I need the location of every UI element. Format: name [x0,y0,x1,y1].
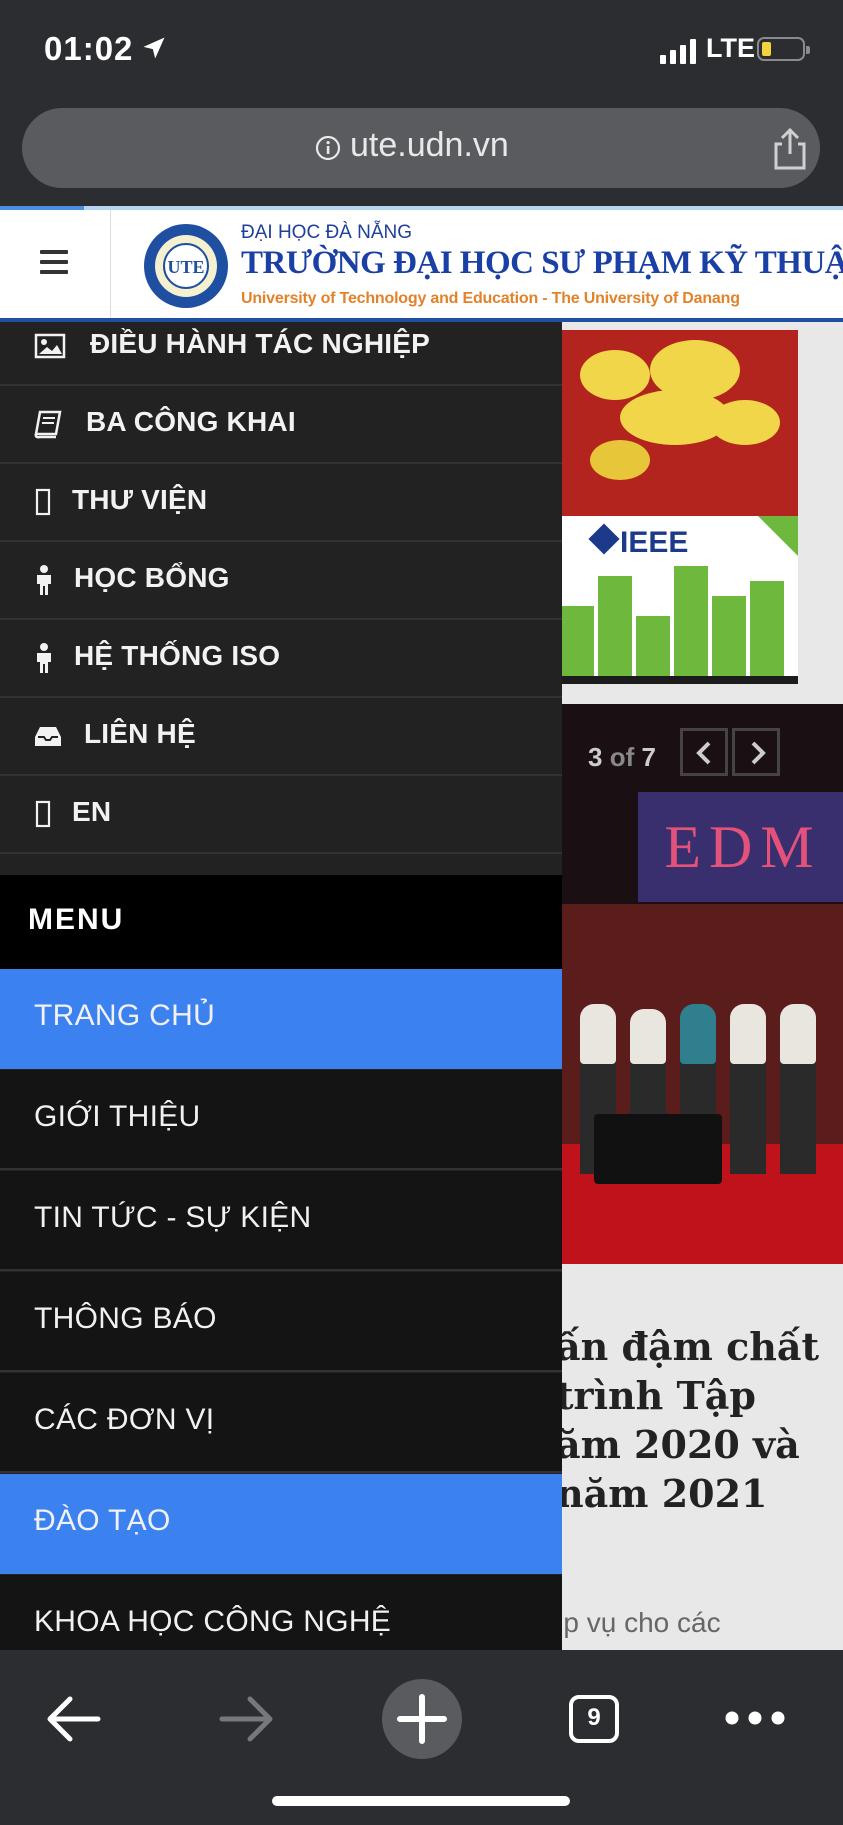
drawer-item-ba-cong-khai[interactable]: BA CÔNG KHAI [0,386,562,464]
header-title[interactable]: TRƯỜNG ĐẠI HỌC SƯ PHẠM KỸ THUẬT [241,245,843,282]
article-headline[interactable]: ấn đậm chất trình Tập ăm 2020 và năm 202… [556,1322,843,1518]
book-icon [34,410,62,439]
drawer-item-lien-he[interactable]: LIÊN HỆ [0,698,562,776]
header-subtitle: ĐẠI HỌC ĐÀ NẴNG [241,222,413,243]
location-arrow-icon [143,37,165,59]
drawer-item-thu-vien[interactable]: THƯ VIỆN [0,464,562,542]
slide-next-button[interactable] [732,728,780,776]
slide-edm-backdrop: EDM [638,792,843,902]
chevron-right-icon [751,741,766,765]
menu-item-thong-bao[interactable]: THÔNG BÁO [0,1272,562,1372]
missing-glyph-icon [35,800,51,828]
slide-counter: 3 of 7 [588,742,656,772]
banner-bottom-bar [560,676,798,684]
header-divider [110,210,111,318]
drawer-item-label: THƯ VIỆN [72,484,208,515]
more-options-icon[interactable] [724,1710,786,1726]
new-tab-plus-icon[interactable] [381,1678,463,1760]
drawer-item-hoc-bong[interactable]: HỌC BỔNG [0,542,562,620]
ieee-banner-image[interactable]: IEEE [560,516,798,676]
menu-item-tin-tuc-su-kien[interactable]: TIN TỨC - SỰ KIỆN [0,1171,562,1271]
status-time: 01:02 [44,30,134,67]
drawer-item-en[interactable]: EN [0,776,562,854]
navigation-drawer: ĐIỀU HÀNH TÁC NGHIỆP BA CÔNG KHAI THƯ VI… [0,322,562,1650]
home-indicator[interactable] [272,1796,570,1806]
menu-item-label: ĐÀO TẠO [34,1504,171,1537]
network-type: LTE [706,33,755,63]
info-icon[interactable] [315,135,341,161]
chevron-left-icon [696,741,711,765]
svg-text:UTE: UTE [167,257,204,277]
drawer-item-label: LIÊN HỆ [84,718,196,749]
url-text[interactable]: ute.udn.vn [350,126,509,165]
tet-banner-image[interactable] [560,330,798,516]
menu-item-khoa-hoc-cong-nghe[interactable]: KHOA HỌC CÔNG NGHỆ [0,1575,562,1650]
menu-heading: MENU [0,875,562,969]
header-english-title: University of Technology and Education -… [241,290,740,307]
drawer-item-label: HỆ THỐNG ISO [74,640,281,671]
menu-item-cac-don-vi[interactable]: CÁC ĐƠN VỊ [0,1373,562,1473]
inbox-icon [35,727,61,746]
menu-item-label: KHOA HỌC CÔNG NGHỆ [34,1605,392,1638]
person-icon [37,643,51,673]
address-bar[interactable]: ute.udn.vn [22,108,820,188]
hamburger-menu-icon[interactable] [40,250,68,280]
drawer-item-label: ĐIỀU HÀNH TÁC NGHIỆP [90,328,431,359]
drawer-item-label: BA CÔNG KHAI [86,406,296,437]
university-logo[interactable]: UTE [142,222,230,310]
ieee-logo-icon [588,523,620,555]
status-bar: 01:02 LTE [0,0,843,100]
menu-item-gioi-thieu[interactable]: GIỚI THIỆU [0,1070,562,1170]
menu-item-trang-chu[interactable]: TRANG CHỦ [0,969,562,1069]
back-arrow-icon[interactable] [44,1694,102,1744]
share-icon[interactable] [770,128,810,170]
menu-item-dao-tao[interactable]: ĐÀO TẠO [0,1474,562,1574]
signal-icon [660,38,696,64]
menu-item-label: THÔNG BÁO [34,1302,217,1335]
image-slideshow[interactable]: EDM 3 of 7 [560,704,843,1264]
slide-prev-button[interactable] [680,728,728,776]
ieee-banner-text: IEEE [620,526,689,559]
slide-speaker [594,1114,722,1184]
person-icon [37,565,51,595]
menu-item-label: TIN TỨC - SỰ KIỆN [34,1201,312,1234]
tabs-button[interactable]: 9 [568,1694,620,1744]
forward-arrow-icon[interactable] [218,1694,276,1744]
menu-item-label: GIỚI THIỆU [34,1100,201,1133]
drawer-item-dieu-hanh[interactable]: ĐIỀU HÀNH TÁC NGHIỆP [0,322,562,386]
menu-item-label: CÁC ĐƠN VỊ [34,1403,215,1436]
battery-icon [757,37,810,61]
site-header: UTE ĐẠI HỌC ĐÀ NẴNG TRƯỜNG ĐẠI HỌC SƯ PH… [0,210,843,322]
drawer-item-he-thong-iso[interactable]: HỆ THỐNG ISO [0,620,562,698]
tab-count: 9 [587,1704,601,1731]
menu-item-label: TRANG CHỦ [34,999,216,1032]
drawer-item-label: EN [72,796,112,827]
drawer-item-label: HỌC BỔNG [74,562,230,593]
menu-heading-label: MENU [28,903,125,936]
image-icon [34,333,66,359]
missing-glyph-icon [35,488,51,516]
